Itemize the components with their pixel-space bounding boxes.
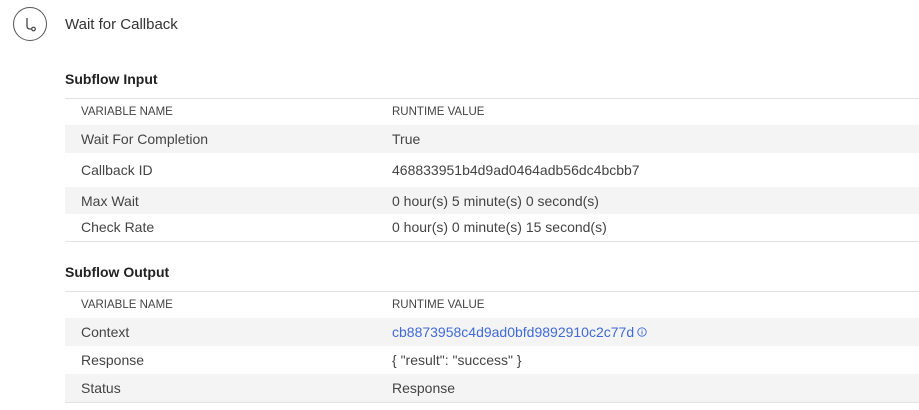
- runtime-value: Response: [392, 374, 919, 403]
- variable-name: Context: [65, 318, 392, 346]
- runtime-value: 0 hour(s) 0 minute(s) 15 second(s): [392, 214, 919, 242]
- column-header-runtime-value: RUNTIME VALUE: [392, 98, 919, 125]
- table-row: Status Response: [65, 374, 919, 403]
- variable-name: Max Wait: [65, 187, 392, 214]
- info-icon[interactable]: [637, 324, 647, 340]
- subflow-input-section: Subflow Input VARIABLE NAME RUNTIME VALU…: [65, 69, 919, 242]
- flow-branch-icon: [13, 7, 47, 41]
- runtime-value: True: [392, 125, 919, 153]
- runtime-value: cb8873958c4d9ad0bfd9892910c2c77d: [392, 318, 919, 346]
- table-row: Context cb8873958c4d9ad0bfd9892910c2c77d: [65, 318, 919, 346]
- table-header: VARIABLE NAME RUNTIME VALUE: [65, 291, 919, 318]
- step-title: Wait for Callback: [65, 15, 178, 33]
- table-row: Callback ID 468833951b4d9ad0464adb56dc4b…: [65, 153, 919, 187]
- context-link[interactable]: cb8873958c4d9ad0bfd9892910c2c77d: [392, 324, 634, 340]
- variable-name: Callback ID: [81, 162, 153, 178]
- variable-name: Wait For Completion: [65, 125, 392, 153]
- variable-name: Check Rate: [65, 214, 392, 242]
- subflow-output-title: Subflow Output: [65, 264, 170, 280]
- variable-name: Status: [65, 374, 392, 403]
- step-header: Wait for Callback: [13, 6, 178, 42]
- runtime-value: { "result": "success" }: [392, 352, 522, 368]
- subflow-output-table: VARIABLE NAME RUNTIME VALUE Context cb88…: [65, 291, 919, 403]
- table-row: Wait For Completion True: [65, 125, 919, 153]
- subflow-input-title: Subflow Input: [65, 71, 158, 87]
- runtime-value: 0 hour(s) 5 minute(s) 0 second(s): [392, 187, 919, 214]
- flow-step-detail: Wait for Callback Subflow Input VARIABLE…: [0, 0, 919, 410]
- subflow-input-table: VARIABLE NAME RUNTIME VALUE Wait For Com…: [65, 98, 919, 242]
- table-row: Max Wait 0 hour(s) 5 minute(s) 0 second(…: [65, 187, 919, 214]
- table-header: VARIABLE NAME RUNTIME VALUE: [65, 98, 919, 125]
- runtime-value: 468833951b4d9ad0464adb56dc4bcbb7: [392, 162, 640, 178]
- column-header-variable-name: VARIABLE NAME: [65, 291, 392, 318]
- column-header-runtime-value: RUNTIME VALUE: [392, 291, 919, 318]
- table-row: Response { "result": "success" }: [65, 346, 919, 374]
- variable-name: Response: [81, 352, 145, 368]
- subflow-output-section: Subflow Output VARIABLE NAME RUNTIME VAL…: [65, 262, 919, 403]
- column-header-variable-name: VARIABLE NAME: [65, 98, 392, 125]
- table-row: Check Rate 0 hour(s) 0 minute(s) 15 seco…: [65, 214, 919, 242]
